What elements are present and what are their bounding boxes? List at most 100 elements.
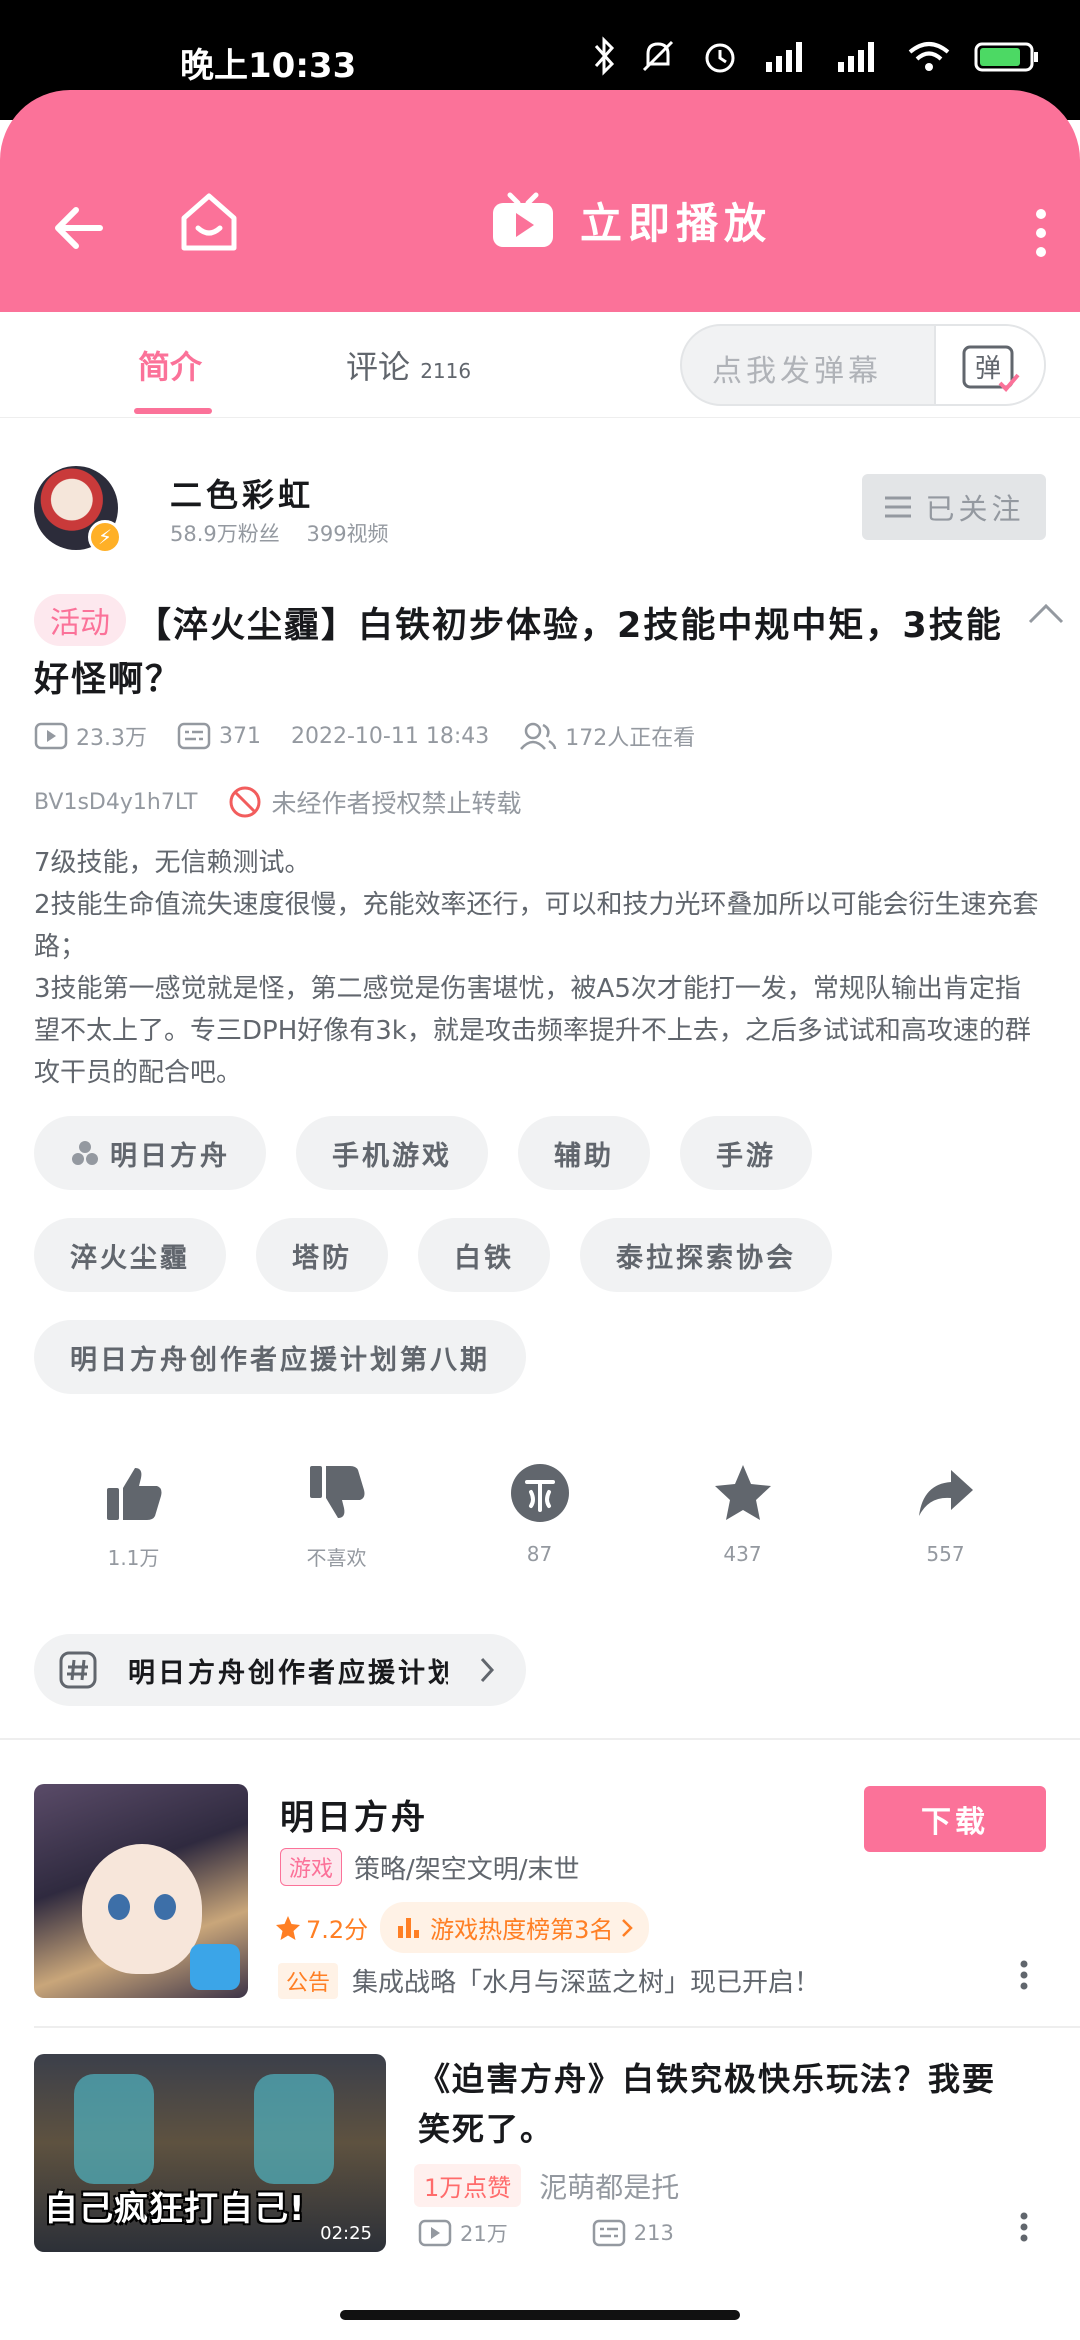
game-type-badge: 游戏 [280, 1848, 343, 1886]
tab-comments[interactable]: 评论 2116 [346, 342, 471, 388]
tag-chip[interactable]: 明日方舟创作者应援计划第八期 [34, 1320, 526, 1394]
game-rating-row: 7.2分 游戏热度榜第3名 [274, 1902, 650, 1953]
game-rank-label: 游戏热度榜第3名 [430, 1916, 614, 1944]
play-now-label: 立即播放 [580, 199, 773, 248]
favorite-button[interactable]: 437 [641, 1462, 844, 1571]
watching-value: 172人正在看 [565, 726, 696, 751]
related-danmaku-value: 213 [633, 2221, 674, 2245]
battery-icon [974, 42, 1038, 72]
share-button[interactable]: 557 [844, 1462, 1047, 1571]
more-icon[interactable] [1032, 208, 1050, 258]
tag-chip[interactable]: 塔防 [256, 1218, 388, 1292]
video-meta: 23.3万 371 2022-10-11 18:43 172人正在看 [34, 720, 725, 752]
avatar[interactable]: ⚡ [34, 466, 122, 554]
description-line: 7级技能，无信赖测试。 [34, 848, 311, 878]
cover-caption: 自己疯狂打自己! [44, 2189, 306, 2229]
tag-label: 明日方舟 [110, 1140, 230, 1172]
notice-text: 集成战略「水月与深蓝之树」现已开启！ [352, 1968, 821, 1998]
tab-intro[interactable]: 简介 [138, 342, 202, 388]
play-count: 23.3万 [34, 720, 147, 752]
more-vertical-icon[interactable] [1020, 2212, 1028, 2242]
tag-chip[interactable]: 辅助 [518, 1116, 650, 1190]
follow-label: 已关注 [925, 492, 1025, 526]
likes-badge: 1万点赞 [414, 2164, 522, 2207]
game-dots-icon [72, 1141, 98, 1165]
chevron-right-icon [480, 1657, 495, 1683]
bvid[interactable]: BV1sD4y1h7LT [34, 790, 198, 815]
game-name: 明日方舟 [280, 1798, 428, 1838]
favorite-count: 437 [723, 1542, 762, 1566]
activity-tag[interactable]: 活动 [34, 594, 126, 646]
coin-button[interactable]: 87 [438, 1462, 641, 1571]
bluetooth-icon [594, 36, 615, 76]
share-count: 557 [926, 1542, 965, 1566]
play-count-icon [418, 2219, 452, 2247]
follow-button[interactable]: 已关注 [862, 474, 1046, 540]
related-video-cover[interactable]: 自己疯狂打自己! 02:25 [34, 2054, 386, 2252]
tab-comments-label: 评论 [346, 348, 411, 386]
star-icon [276, 1915, 300, 1940]
copyright-text: 未经作者授权禁止转载 [271, 789, 522, 818]
danmaku-count-icon [177, 722, 211, 750]
topic-chip[interactable]: 明日方舟创作者应援计划第八期 [34, 1634, 526, 1706]
chevron-right-icon [622, 1918, 634, 1937]
related-play-count: 21万 [418, 2218, 508, 2248]
danmaku-toggle-button[interactable]: 弹 [934, 326, 1044, 404]
like-button[interactable]: 1.1万 [32, 1462, 235, 1571]
play-now-button[interactable]: 立即播放 [490, 190, 772, 251]
play-count-icon [34, 722, 68, 750]
related-play-value: 21万 [460, 2222, 508, 2246]
more-vertical-icon[interactable] [1020, 1960, 1028, 1990]
game-cover-image[interactable] [34, 1784, 248, 1998]
game-score-value: 7.2分 [306, 1916, 369, 1944]
tag-chip[interactable]: 泰拉探索协会 [580, 1218, 832, 1292]
bar-chart-icon [398, 1917, 420, 1938]
related-video-sub: 1万点赞 泥萌都是托 [414, 2164, 679, 2207]
star-icon [714, 1465, 771, 1520]
game-card[interactable]: 明日方舟 游戏 策略/架空文明/末世 7.2分 游戏热度榜第3名 公告 集成战略… [34, 1784, 1046, 2000]
danmaku-count: 371 [177, 722, 261, 750]
tag-chip[interactable]: 手机游戏 [296, 1116, 488, 1190]
tag-chip[interactable]: 明日方舟 [34, 1116, 266, 1190]
people-icon [520, 722, 557, 750]
forbidden-icon [229, 786, 260, 818]
download-button[interactable]: 下载 [864, 1786, 1046, 1852]
uploader-stats: 58.9万粉丝 399视频 [170, 518, 389, 548]
action-bar: 1.1万 不喜欢 87 437 557 [0, 1462, 1080, 1571]
tag-chip[interactable]: 手游 [680, 1116, 812, 1190]
related-video-card[interactable]: 自己疯狂打自己! 02:25 《迫害方舟》白铁究极快乐玩法？我要笑死了。 1万点… [34, 2054, 1046, 2254]
chevron-up-icon[interactable] [1026, 600, 1066, 626]
danmaku-count-value: 371 [219, 723, 261, 749]
tab-bar: 简介 评论 2116 点我发弹幕 弹 [0, 312, 1080, 418]
tv-play-icon [493, 192, 553, 247]
topic-label: 明日方舟创作者应援计划第八期 [128, 1657, 448, 1689]
alarm-icon [705, 43, 735, 73]
game-rank-badge[interactable]: 游戏热度榜第3名 [380, 1902, 650, 1953]
thumbs-up-icon [106, 1468, 161, 1520]
dislike-button[interactable]: 不喜欢 [235, 1462, 438, 1571]
uploader-name[interactable]: 二色彩虹 [170, 470, 314, 516]
related-video-stats: 21万 213 [418, 2218, 758, 2248]
menu-lines-icon [885, 496, 912, 518]
play-count-value: 23.3万 [76, 726, 147, 751]
hashtag-icon [59, 1651, 97, 1689]
tag-chip[interactable]: 淬火尘霾 [34, 1218, 226, 1292]
uploader-fans: 58.9万粉丝 [170, 522, 280, 546]
back-arrow-icon[interactable] [48, 198, 108, 258]
home-indicator[interactable] [340, 2310, 740, 2320]
danmaku-input[interactable]: 点我发弹幕 弹 [680, 324, 1046, 406]
tab-active-indicator [134, 408, 212, 414]
thumbs-down-icon [309, 1466, 364, 1518]
home-icon[interactable] [178, 190, 240, 254]
tag-chip[interactable]: 白铁 [418, 1218, 550, 1292]
game-tags: 游戏 策略/架空文明/末世 [280, 1848, 580, 1886]
danmaku-placeholder: 点我发弹幕 [712, 354, 882, 389]
game-genres: 策略/架空文明/末世 [354, 1854, 580, 1885]
wifi-icon [908, 42, 950, 71]
video-description: 7级技能，无信赖测试。 2技能生命值流失速度很慢，充能效率还行，可以和技力光环叠… [34, 842, 1044, 1094]
description-line: 3技能第一感觉就是怪，第二感觉是伤害堪忧，被A5次才能打一发，常规队输出肯定指望… [34, 974, 1031, 1088]
mute-icon [642, 40, 674, 72]
share-arrow-icon [918, 1470, 973, 1516]
coin-icon [510, 1464, 569, 1522]
signal-icon-2 [838, 42, 874, 72]
